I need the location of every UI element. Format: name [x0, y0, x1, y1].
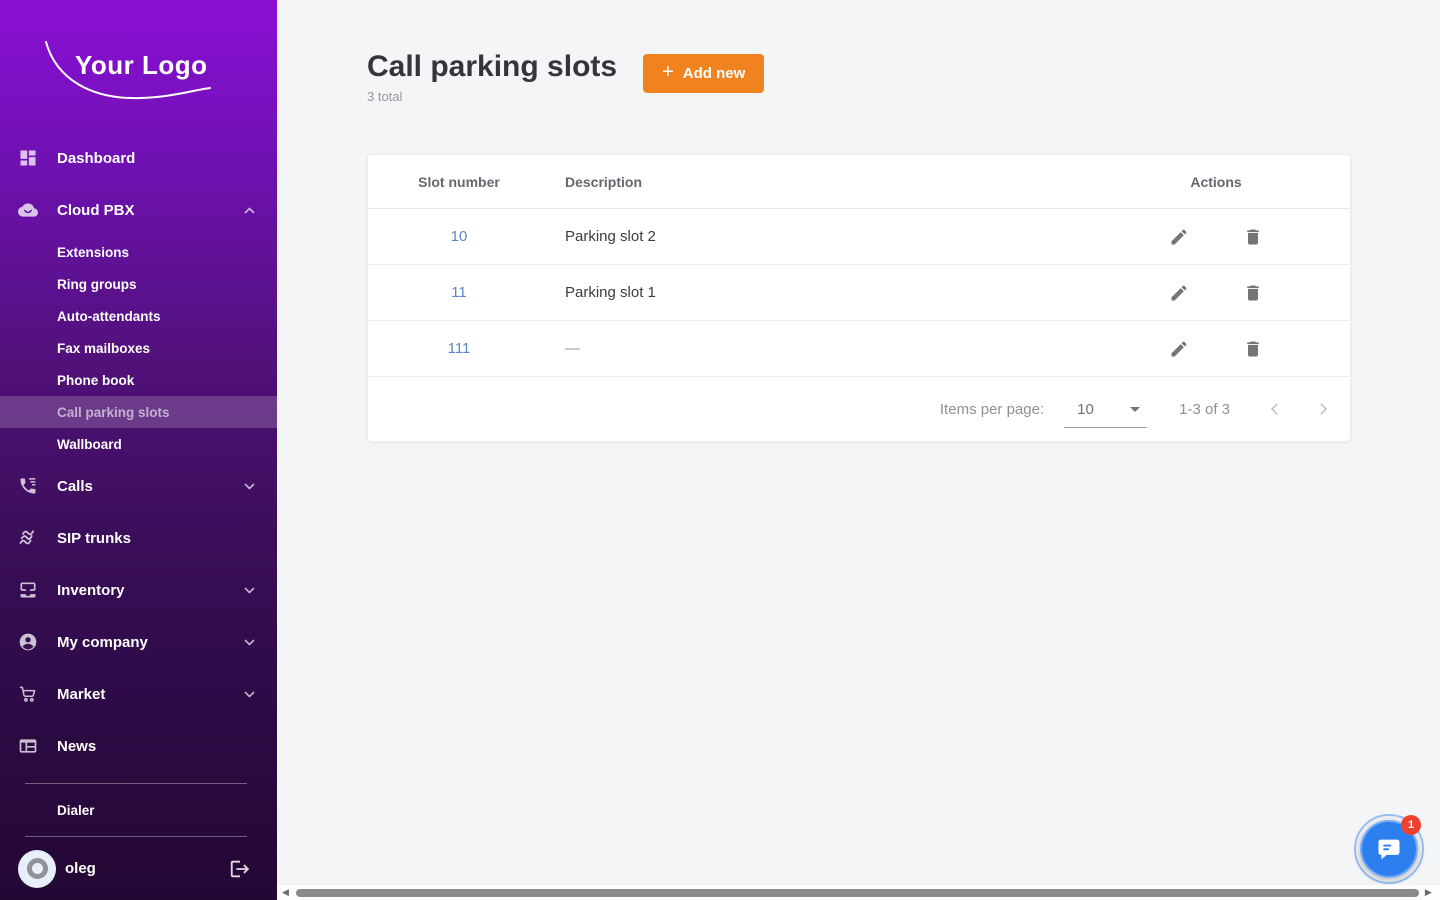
previous-page-button[interactable] [1266, 400, 1284, 418]
items-per-page-select[interactable]: 10 [1064, 401, 1147, 428]
chevron-down-icon [244, 639, 255, 646]
sidebar-item-auto-attendants[interactable]: Auto-attendants [0, 300, 277, 332]
scroll-right-arrow-icon[interactable]: ▶ [1425, 888, 1432, 897]
table-row: 11 Parking slot 1 [368, 265, 1350, 321]
edit-icon[interactable] [1169, 339, 1189, 359]
pagination-bar: Items per page: 10 1-3 of 3 [368, 377, 1350, 441]
sidebar-item-my-company[interactable]: My company [0, 616, 277, 668]
chat-unread-badge: 1 [1401, 815, 1421, 835]
sidebar-item-dashboard[interactable]: Dashboard [0, 132, 277, 184]
sidebar-item-label: SIP trunks [57, 530, 131, 547]
delete-icon[interactable] [1243, 339, 1263, 359]
sidebar-item-call-parking-slots[interactable]: Call parking slots [0, 396, 277, 428]
scroll-left-arrow-icon[interactable]: ◀ [282, 888, 289, 897]
chevron-up-icon [244, 207, 255, 214]
delete-icon[interactable] [1243, 227, 1263, 247]
horizontal-scrollbar: ◀ ▶ [277, 885, 1440, 900]
sidebar-item-label: Calls [57, 478, 93, 495]
user-row[interactable]: oleg [0, 837, 277, 900]
add-new-button[interactable]: + Add new [643, 54, 764, 93]
items-per-page-value: 10 [1077, 401, 1094, 418]
sidebar-item-sip-trunks[interactable]: SIP trunks [0, 512, 277, 564]
sidebar-item-label: Inventory [57, 582, 125, 599]
chat-widget-button[interactable]: 1 [1354, 814, 1424, 884]
main-content: Call parking slots 3 total + Add new Slo… [277, 0, 1440, 900]
slot-number-link[interactable]: 111 [448, 340, 471, 357]
avatar [18, 850, 56, 888]
calls-icon [18, 476, 38, 496]
chevron-down-icon [244, 483, 255, 490]
page-title: Call parking slots [367, 48, 617, 86]
logout-icon[interactable] [229, 858, 251, 880]
avatar-ring-icon [27, 858, 48, 879]
sidebar-item-extensions[interactable]: Extensions [0, 236, 277, 268]
inventory-icon [18, 580, 38, 600]
edit-icon[interactable] [1169, 283, 1189, 303]
edit-icon[interactable] [1169, 227, 1189, 247]
chevron-down-icon [244, 587, 255, 594]
sidebar: Your Logo Dashboard Cloud PBX Extensions… [0, 0, 277, 900]
sidebar-item-ring-groups[interactable]: Ring groups [0, 268, 277, 300]
slot-description: Parking slot 2 [550, 228, 1082, 245]
column-header-actions: Actions [1082, 174, 1350, 190]
user-name: oleg [65, 860, 96, 877]
sidebar-item-cloud-pbx[interactable]: Cloud PBX [0, 184, 277, 236]
sidebar-item-calls[interactable]: Calls [0, 460, 277, 512]
sidebar-item-label: Dashboard [57, 150, 135, 167]
items-per-page-label: Items per page: [940, 401, 1044, 418]
sidebar-item-label: My company [57, 634, 148, 651]
my-company-icon [18, 632, 38, 652]
slot-number-link[interactable]: 10 [451, 228, 468, 245]
table-row: 111 — [368, 321, 1350, 377]
sidebar-item-inventory[interactable]: Inventory [0, 564, 277, 616]
next-page-button[interactable] [1314, 400, 1332, 418]
pagination-range: 1-3 of 3 [1179, 401, 1230, 418]
sidebar-item-label: News [57, 738, 96, 755]
news-icon [18, 736, 38, 756]
column-header-slot-number: Slot number [368, 174, 550, 190]
logo-text: Your Logo [75, 50, 208, 81]
cloud-icon [18, 200, 38, 220]
select-arrow-icon [1130, 407, 1140, 412]
sip-trunks-icon [18, 528, 38, 548]
parking-slots-table-card: Slot number Description Actions 10 Parki… [367, 154, 1351, 442]
chevron-down-icon [244, 691, 255, 698]
slot-description: — [550, 340, 1082, 357]
sidebar-item-phone-book[interactable]: Phone book [0, 364, 277, 396]
sidebar-item-wallboard[interactable]: Wallboard [0, 428, 277, 460]
dashboard-icon [18, 148, 38, 168]
page-header: Call parking slots 3 total + Add new [367, 48, 1440, 104]
horizontal-scrollbar-thumb[interactable] [296, 889, 1419, 897]
slot-number-link[interactable]: 11 [451, 284, 467, 301]
logo: Your Logo [0, 0, 277, 132]
market-icon [18, 684, 38, 704]
sidebar-item-fax-mailboxes[interactable]: Fax mailboxes [0, 332, 277, 364]
column-header-description: Description [550, 174, 1082, 190]
delete-icon[interactable] [1243, 283, 1263, 303]
table-row: 10 Parking slot 2 [368, 209, 1350, 265]
sidebar-item-dialer[interactable]: Dialer [0, 784, 277, 836]
sidebar-item-news[interactable]: News [0, 720, 277, 772]
plus-icon: + [662, 61, 674, 84]
slot-description: Parking slot 1 [550, 284, 1082, 301]
sidebar-item-market[interactable]: Market [0, 668, 277, 720]
total-count: 3 total [367, 89, 617, 104]
sidebar-item-label: Cloud PBX [57, 202, 135, 219]
sidebar-item-label: Market [57, 686, 105, 703]
table-header-row: Slot number Description Actions [368, 155, 1350, 209]
add-new-button-label: Add new [683, 65, 746, 82]
